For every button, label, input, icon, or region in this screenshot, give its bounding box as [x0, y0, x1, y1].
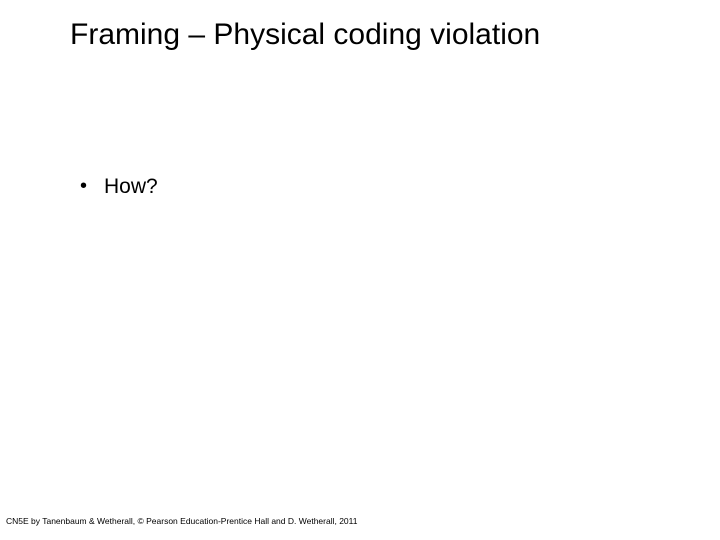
slide-footer: CN5E by Tanenbaum & Wetherall, © Pearson… — [6, 516, 358, 526]
bullet-list: How? — [78, 173, 660, 200]
slide: Framing – Physical coding violation How?… — [0, 0, 720, 540]
list-item: How? — [78, 173, 660, 200]
slide-body: How? — [78, 173, 660, 200]
slide-title: Framing – Physical coding violation — [70, 18, 680, 52]
